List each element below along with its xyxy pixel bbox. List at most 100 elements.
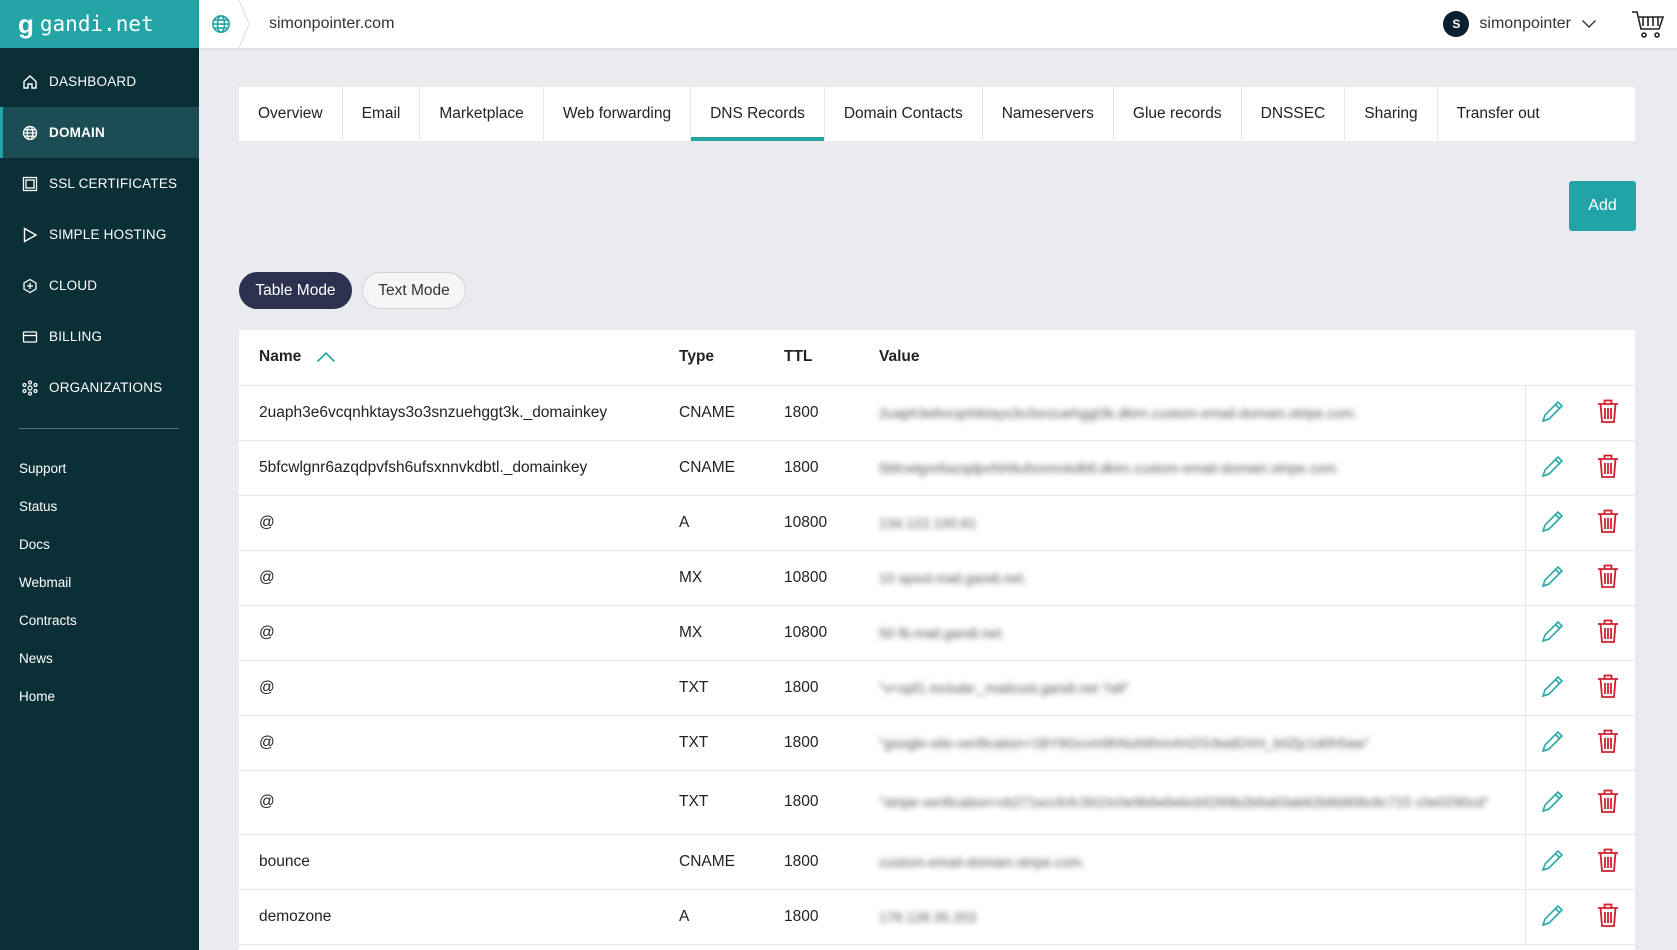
table-row: 2uaph3e6vcqnhktays3o3snzuehggt3k._domain… xyxy=(239,385,1635,441)
record-value: 134.122.100.61 xyxy=(879,514,977,531)
record-name: @ xyxy=(239,660,659,716)
edit-pencil-icon[interactable] xyxy=(1538,561,1568,591)
link-home[interactable]: Home xyxy=(0,677,199,715)
tab-marketplace[interactable]: Marketplace xyxy=(420,87,544,141)
delete-trash-icon[interactable] xyxy=(1593,900,1623,930)
record-value-cell: 10 spool.mail.gandi.net. xyxy=(859,550,1525,606)
delete-cell xyxy=(1580,440,1635,496)
edit-pencil-icon[interactable] xyxy=(1538,726,1568,756)
record-type: A xyxy=(659,495,764,551)
sort-ascending-icon[interactable] xyxy=(316,351,336,363)
add-record-button[interactable]: Add xyxy=(1569,181,1636,231)
edit-pencil-icon[interactable] xyxy=(1538,671,1568,701)
link-webmail[interactable]: Webmail xyxy=(0,563,199,601)
cloud-icon xyxy=(21,277,39,295)
nav-item-ssl-certificates[interactable]: SSL CERTIFICATES xyxy=(0,158,199,209)
record-name: 5bfcwlgnr6azqdpvfsh6ufsxnnvkdbtl._domain… xyxy=(239,440,659,496)
gandi-logo-mark: g xyxy=(18,9,34,39)
edit-pencil-icon[interactable] xyxy=(1538,786,1568,816)
tab-email[interactable]: Email xyxy=(343,87,421,141)
edit-pencil-icon[interactable] xyxy=(1538,616,1568,646)
tab-domain-contacts[interactable]: Domain Contacts xyxy=(825,87,983,141)
delete-trash-icon[interactable] xyxy=(1593,726,1623,756)
tab-nameservers[interactable]: Nameservers xyxy=(983,87,1114,141)
delete-trash-icon[interactable] xyxy=(1593,561,1623,591)
edit-pencil-icon[interactable] xyxy=(1538,506,1568,536)
sidebar: g gandi.net DASHBOARD DOMAIN SSL CERTIFI… xyxy=(0,0,199,950)
delete-trash-icon[interactable] xyxy=(1593,786,1623,816)
record-name: bounce xyxy=(239,834,659,890)
record-ttl: 10800 xyxy=(764,550,859,606)
edit-cell xyxy=(1524,440,1580,496)
sidebar-divider xyxy=(19,428,179,429)
delete-cell xyxy=(1580,550,1635,606)
table-row: @ A 10800 134.122.100.61 xyxy=(239,495,1635,551)
column-header-name[interactable]: Name xyxy=(239,330,659,386)
record-ttl: 1800 xyxy=(764,440,859,496)
nav-item-domain[interactable]: DOMAIN xyxy=(0,107,199,158)
link-contracts[interactable]: Contracts xyxy=(0,601,199,639)
delete-trash-icon[interactable] xyxy=(1593,616,1623,646)
edit-pencil-icon[interactable] xyxy=(1538,451,1568,481)
table-mode-button[interactable]: Table Mode xyxy=(239,272,352,309)
topbar: simonpointer.com S simonpointer xyxy=(199,0,1677,48)
record-name: 2uaph3e6vcqnhktays3o3snzuehggt3k._domain… xyxy=(239,385,659,441)
tab-web-forwarding[interactable]: Web forwarding xyxy=(544,87,692,141)
gandi-logo[interactable]: g gandi.net xyxy=(0,0,199,48)
text-mode-button[interactable]: Text Mode xyxy=(362,272,466,309)
edit-cell xyxy=(1524,660,1580,716)
tab-glue-records[interactable]: Glue records xyxy=(1114,87,1242,141)
nav-item-organizations[interactable]: ORGANIZATIONS xyxy=(0,362,199,413)
delete-cell xyxy=(1580,715,1635,771)
nav-item-dashboard[interactable]: DASHBOARD xyxy=(0,56,199,107)
record-type: TXT xyxy=(659,770,764,835)
nav-label: DASHBOARD xyxy=(49,74,137,89)
nav-item-simple-hosting[interactable]: SIMPLE HOSTING xyxy=(0,209,199,260)
record-name: @ xyxy=(239,495,659,551)
nav-item-cloud[interactable]: CLOUD xyxy=(0,260,199,311)
breadcrumb-chevron-icon xyxy=(238,0,250,48)
table-row: @ TXT 1800 "stripe-verification=cb271eccfcf… xyxy=(239,770,1635,835)
link-news[interactable]: News xyxy=(0,639,199,677)
organizations-icon xyxy=(21,379,39,397)
edit-pencil-icon[interactable] xyxy=(1538,845,1568,875)
cart-icon[interactable] xyxy=(1631,9,1665,39)
table-row: @ TXT 1800 "google-site-verification=1BY9Gc… xyxy=(239,715,1635,771)
record-value: "stripe-verification=cb271eccfcfc3910c0e… xyxy=(879,794,1489,810)
record-value-cell: 50 fb.mail.gandi.net. xyxy=(859,605,1525,661)
link-docs[interactable]: Docs xyxy=(0,525,199,563)
column-header-type: Type xyxy=(659,330,764,386)
dns-records-table: Name Type TTL Value 2uaph3e6vcqnhktays3o… xyxy=(239,330,1635,950)
link-support[interactable]: Support xyxy=(0,449,199,487)
link-status[interactable]: Status xyxy=(0,487,199,525)
nav-label: ORGANIZATIONS xyxy=(49,380,163,395)
record-value-cell: "google-site-verification=1BY9Gcvm9hNuh6… xyxy=(859,715,1525,771)
edit-pencil-icon[interactable] xyxy=(1538,396,1568,426)
delete-trash-icon[interactable] xyxy=(1593,671,1623,701)
edit-cell xyxy=(1524,385,1580,441)
edit-pencil-icon[interactable] xyxy=(1538,900,1568,930)
record-type: TXT xyxy=(659,660,764,716)
delete-trash-icon[interactable] xyxy=(1593,845,1623,875)
table-row: @ MX 10800 10 spool.mail.gandi.net. xyxy=(239,550,1635,606)
delete-trash-icon[interactable] xyxy=(1593,396,1623,426)
record-value: 50 fb.mail.gandi.net. xyxy=(879,624,1006,641)
record-type: CNAME xyxy=(659,385,764,441)
tab-overview[interactable]: Overview xyxy=(239,87,343,141)
breadcrumb-domain[interactable]: simonpointer.com xyxy=(269,15,394,33)
nav-item-billing[interactable]: BILLING xyxy=(0,311,199,362)
edit-cell xyxy=(1524,715,1580,771)
table-row: @ MX 10800 50 fb.mail.gandi.net. xyxy=(239,605,1635,661)
record-value-cell: 134.122.100.61 xyxy=(859,495,1525,551)
tab-transfer-out[interactable]: Transfer out xyxy=(1438,87,1559,141)
nav-label: CLOUD xyxy=(49,278,98,293)
user-menu[interactable]: S simonpointer xyxy=(1443,11,1597,37)
certificate-icon xyxy=(21,175,39,193)
tab-dns-records[interactable]: DNS Records xyxy=(691,87,825,141)
delete-trash-icon[interactable] xyxy=(1593,451,1623,481)
delete-cell xyxy=(1580,385,1635,441)
delete-trash-icon[interactable] xyxy=(1593,506,1623,536)
tab-dnssec[interactable]: DNSSEC xyxy=(1242,87,1346,141)
tab-sharing[interactable]: Sharing xyxy=(1345,87,1438,141)
record-type: CNAME xyxy=(659,440,764,496)
